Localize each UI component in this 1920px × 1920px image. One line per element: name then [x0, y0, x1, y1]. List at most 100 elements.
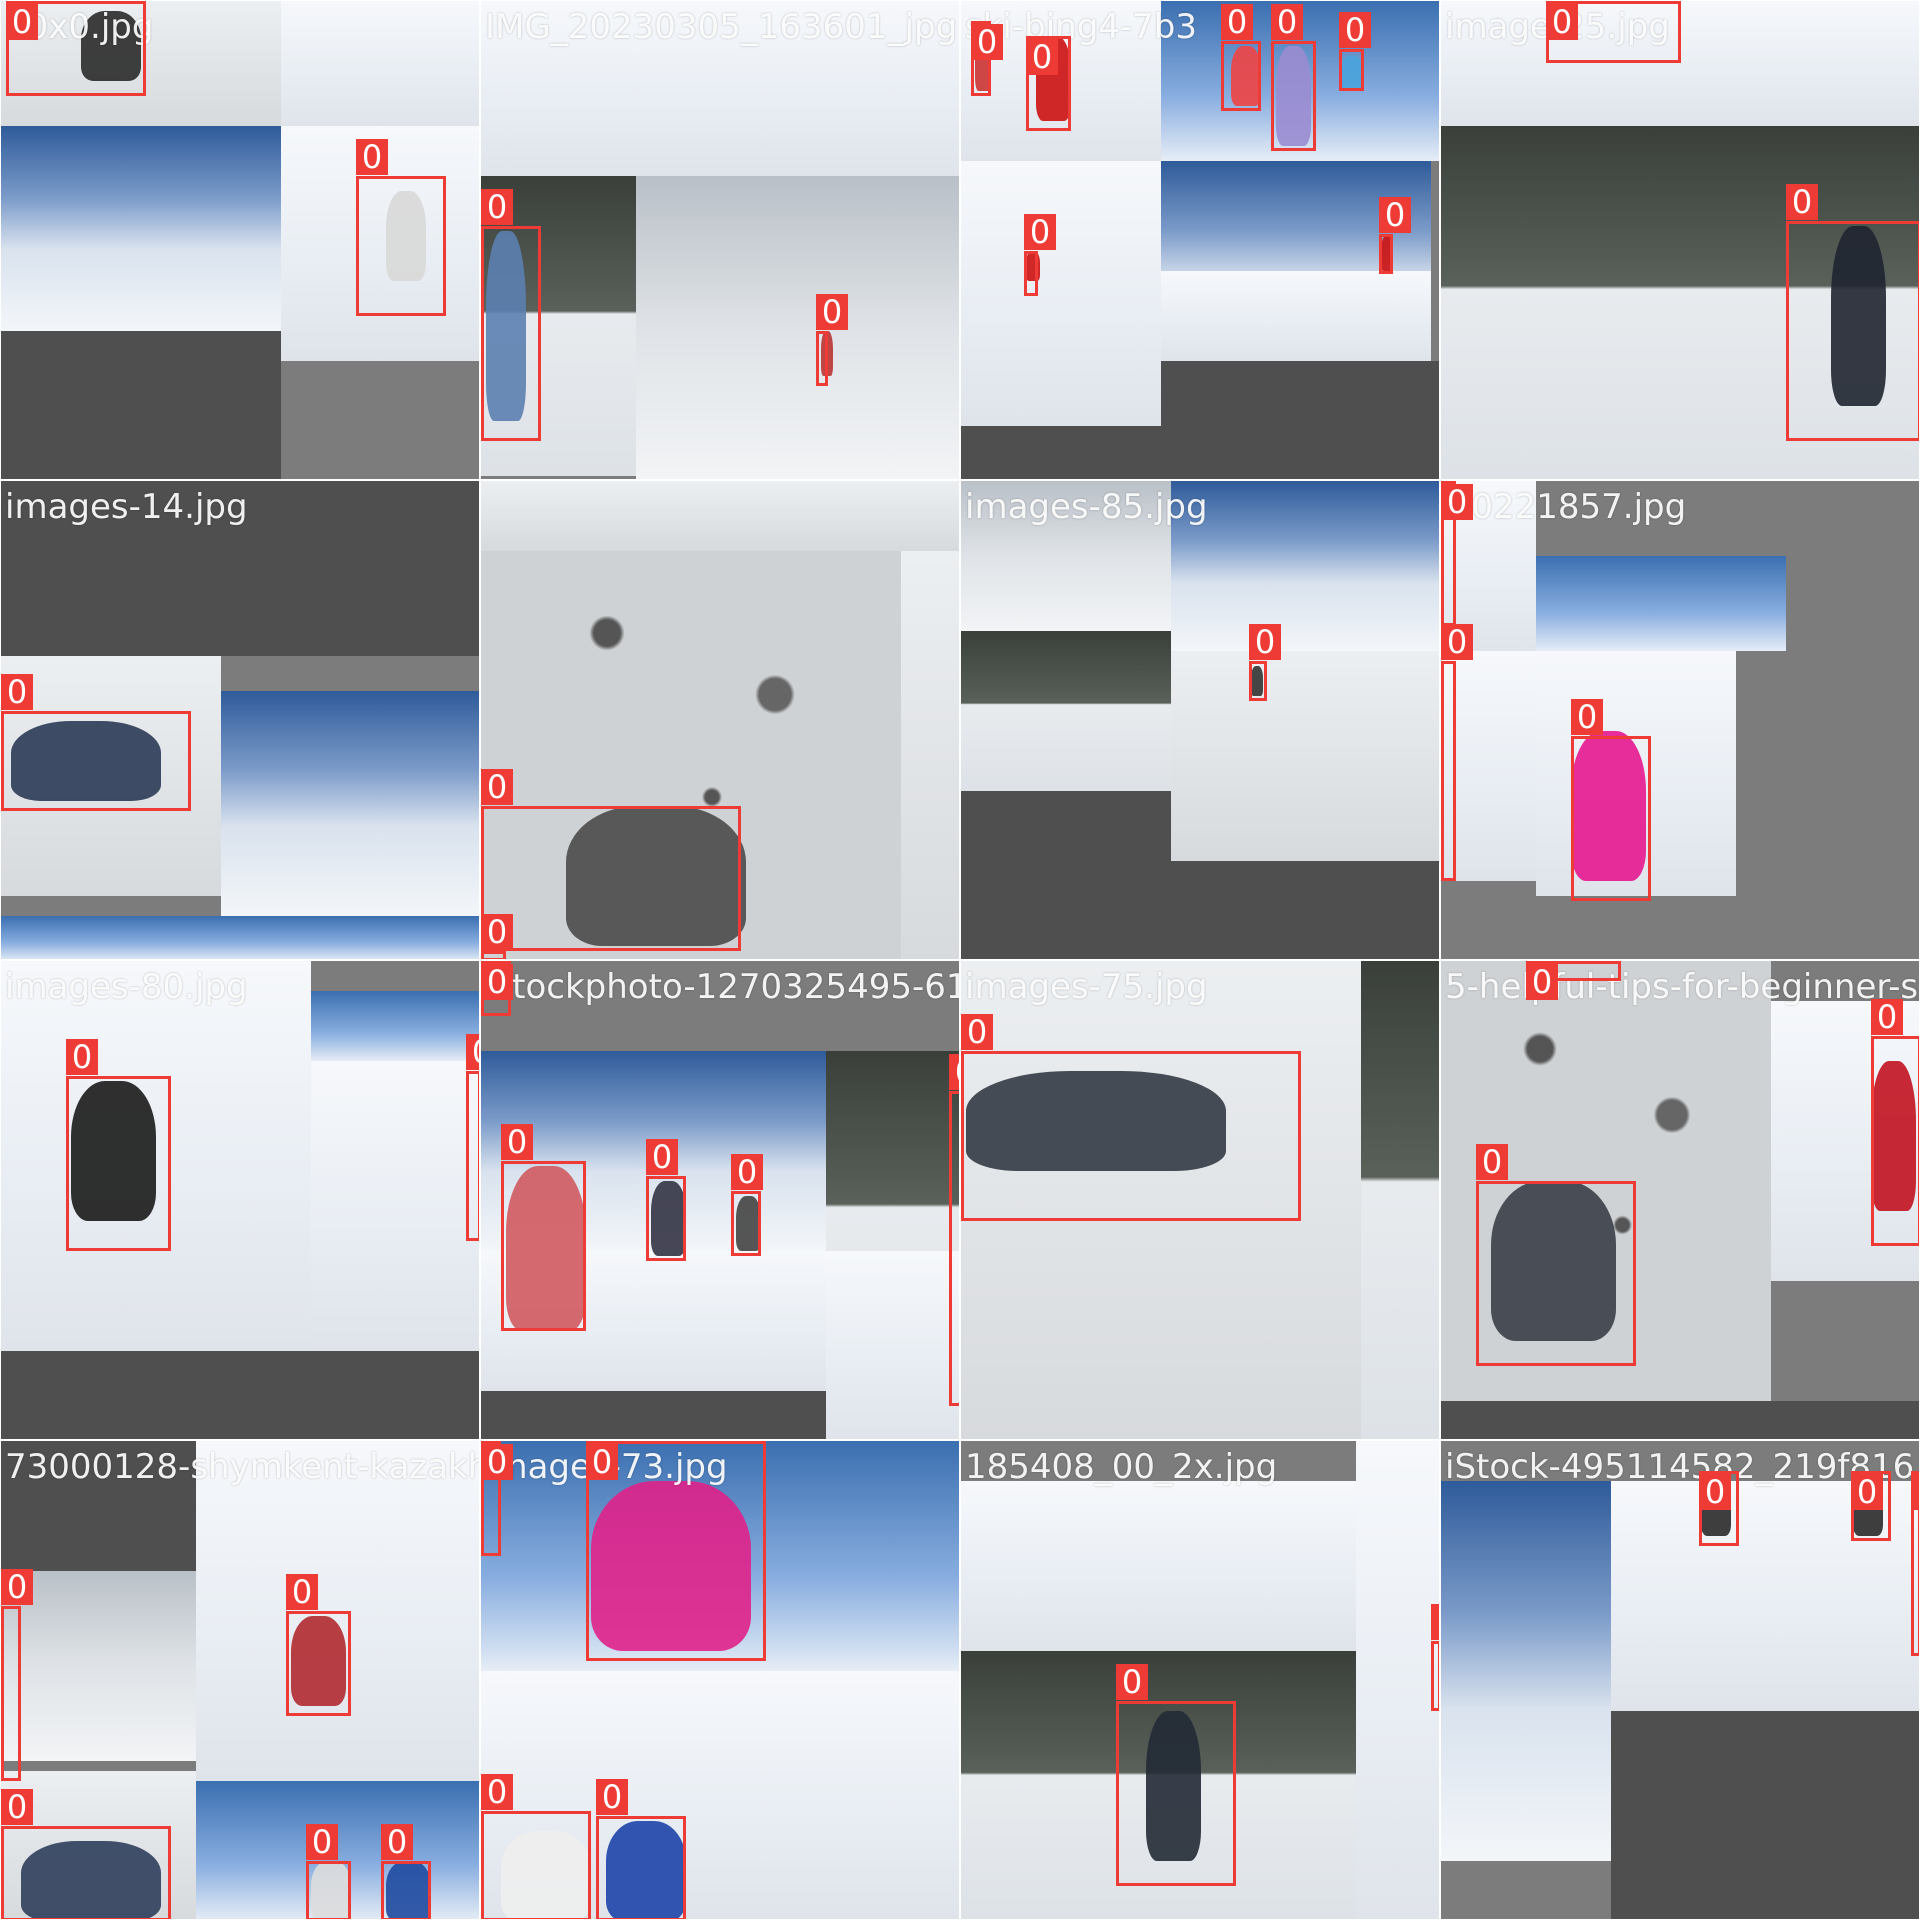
image-patch — [481, 481, 959, 551]
class-label: 0 — [1871, 999, 1903, 1035]
detection-box: 0 — [1026, 36, 1071, 131]
image-patch — [1171, 861, 1439, 959]
detection-box: 0 — [306, 1824, 351, 1919]
image-patch — [221, 691, 479, 916]
image-filename: 5-helpful-tips-for-beginner-sk — [1445, 967, 1920, 1007]
class-label: 0 — [481, 1774, 513, 1810]
image-tile: 60x0.jpg 0 0 — [0, 0, 480, 480]
image-patch — [1, 916, 479, 959]
image-patch — [961, 426, 1161, 479]
detection-box: 0 — [1, 1569, 33, 1781]
class-label: 0 — [1476, 1144, 1508, 1180]
class-label: 0 — [466, 1034, 479, 1070]
detection-box: 0 — [466, 1034, 479, 1241]
detection-box: 0 — [596, 1779, 686, 1919]
class-label: 0 — [501, 1124, 533, 1160]
image-patch — [1161, 361, 1439, 479]
image-patch — [1171, 481, 1439, 651]
class-label: 0 — [646, 1139, 678, 1175]
image-tile: 00 — [480, 480, 960, 960]
detection-box: 0 — [1431, 1604, 1439, 1711]
detection-box: 0 — [1571, 699, 1651, 901]
image-tile: istockphoto-1270325495-612x612.jpg00000 — [480, 960, 960, 1440]
detection-box: 0 — [1546, 1, 1681, 63]
class-label: 0 — [1339, 12, 1371, 48]
class-label: 0 — [1026, 39, 1058, 75]
image-filename: images-14.jpg — [5, 487, 248, 527]
detection-box: 0 — [646, 1139, 686, 1261]
detection-box: 0 — [1024, 214, 1056, 296]
detection-box: 0 — [1249, 624, 1281, 701]
image-patch — [1611, 1711, 1919, 1919]
class-label: 0 — [949, 1054, 959, 1090]
image-filename: IMG_20230305_163601_jpg — [485, 7, 958, 47]
detection-box: 0 — [1526, 961, 1621, 1000]
class-label: 0 — [1, 674, 33, 710]
image-filename: images-85.jpg — [965, 487, 1208, 527]
image-tile: ski-bing4-7b3 0 0 0 0 0 0 0 — [960, 0, 1440, 480]
class-label: 0 — [1249, 624, 1281, 660]
image-tile: G0221857.jpg 0 0 0 — [1440, 480, 1920, 960]
image-filename: iStock-495114582_219f816 — [1445, 1447, 1915, 1487]
image-patch — [481, 1391, 826, 1439]
image-filename: istockphoto-1270325495-612x612.jpg — [485, 967, 960, 1007]
image-filename: images-75.jpg — [965, 967, 1208, 1007]
class-label: 0 — [1, 1789, 33, 1825]
image-patch — [1441, 1401, 1919, 1439]
detection-box: 0 — [481, 1441, 513, 1556]
detection-box: 0 — [1441, 481, 1473, 626]
detection-box: 0 — [971, 21, 1003, 96]
class-label: 0 — [1911, 1474, 1919, 1510]
image-filename: images-80.jpg — [5, 967, 248, 1007]
class-label: 0 — [1, 1569, 33, 1605]
image-patch — [1171, 651, 1439, 861]
class-label: 0 — [816, 294, 848, 330]
detection-box: 0 — [356, 139, 446, 316]
detection-box: 0 — [1699, 1471, 1739, 1546]
class-label: 0 — [481, 1444, 513, 1480]
class-label: 0 — [971, 24, 1003, 60]
class-label: 0 — [1221, 4, 1253, 40]
image-patch — [281, 1, 479, 126]
image-filename: 185408_00_2x.jpg — [965, 1447, 1278, 1487]
class-label: 0 — [481, 769, 513, 805]
image-patch — [1, 126, 281, 331]
class-label: 0 — [731, 1154, 763, 1190]
image-patch — [1441, 1481, 1611, 1861]
detection-box: 0 — [1851, 1471, 1891, 1541]
class-label: 0 — [66, 1039, 98, 1075]
image-tile: 73000128-shymkent-kazakhstan-sport 0 0 0 0 0 — [0, 1440, 480, 1920]
detection-box: 0 — [481, 769, 741, 951]
class-label: 0 — [586, 1444, 618, 1480]
detection-box: 0 — [1911, 1471, 1919, 1656]
detection-box: 0 — [816, 294, 848, 386]
image-patch — [1, 331, 281, 479]
class-label: 0 — [1431, 1604, 1439, 1640]
detection-box: 0 — [481, 961, 513, 1016]
class-label: 0 — [481, 189, 513, 225]
image-tile: image-25.jpg00 — [1440, 0, 1920, 480]
image-tile: iStock-495114582_219f816000 — [1440, 1440, 1920, 1920]
class-label: 0 — [481, 914, 513, 950]
image-patch — [636, 176, 959, 479]
detection-box: 0 — [66, 1039, 171, 1251]
image-tile: 5-helpful-tips-for-beginner-sk 0 0 0 — [1440, 960, 1920, 1440]
detection-box: 0 — [1871, 999, 1919, 1246]
detection-box: 0 — [481, 914, 513, 959]
detection-box: 0 — [1476, 1144, 1636, 1366]
detection-box: 0 — [481, 1774, 591, 1919]
class-label: 0 — [1526, 964, 1558, 1000]
image-filename: 73000128-shymkent-kazakhstan-sport — [5, 1447, 479, 1487]
image-patch — [1, 1351, 479, 1439]
image-tile: IMG_20230305_163601_jpg 0 0 — [480, 0, 960, 480]
class-label: 0 — [1571, 699, 1603, 735]
class-label: 0 — [1441, 484, 1473, 520]
image-patch — [961, 161, 1161, 426]
detection-box: 0 — [1116, 1664, 1236, 1886]
class-label: 0 — [1851, 1474, 1883, 1510]
image-patch — [961, 1481, 1356, 1651]
detection-box: 0 — [1, 674, 191, 811]
class-label: 0 — [306, 1824, 338, 1860]
detection-box: 0 — [961, 1014, 1301, 1221]
detection-box: 0 — [1271, 4, 1316, 151]
